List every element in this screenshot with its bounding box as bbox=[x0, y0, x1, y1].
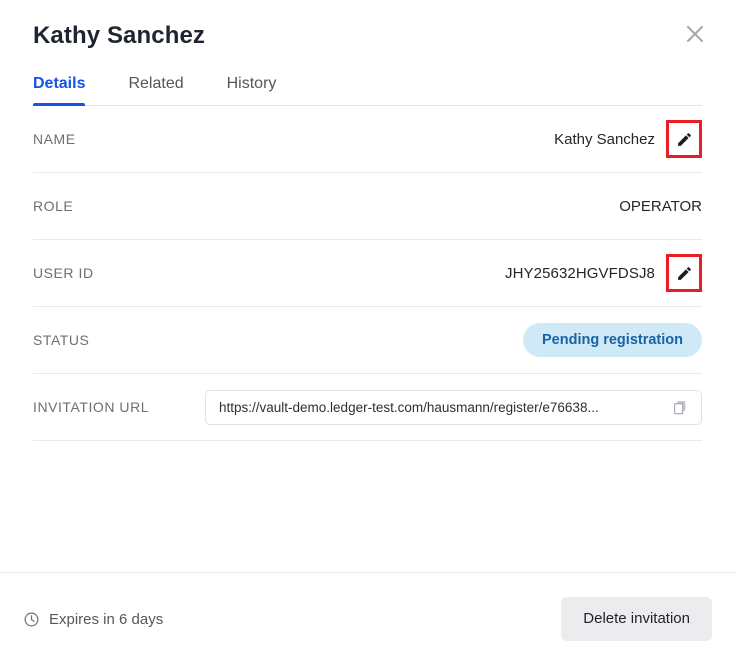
edit-user-id-button[interactable] bbox=[666, 254, 702, 292]
delete-invitation-button[interactable]: Delete invitation bbox=[561, 597, 712, 641]
row-value-group-role: OPERATOR bbox=[619, 198, 702, 215]
invitation-url-value: https://vault-demo.ledger-test.com/hausm… bbox=[219, 399, 599, 415]
detail-row-user-id: USER ID JHY25632HGVFDSJ8 bbox=[33, 240, 702, 307]
expiry-text: Expires in 6 days bbox=[49, 610, 164, 628]
detail-row-role: ROLE OPERATOR bbox=[33, 173, 702, 240]
row-value-role: OPERATOR bbox=[619, 197, 702, 215]
copy-icon bbox=[672, 399, 688, 415]
row-label-invitation-url: INVITATION URL bbox=[33, 399, 150, 415]
row-label-name: NAME bbox=[33, 131, 76, 147]
tab-related[interactable]: Related bbox=[128, 74, 183, 106]
tab-bar: Details Related History bbox=[0, 74, 735, 106]
edit-name-button[interactable] bbox=[666, 120, 702, 158]
row-value-group-status: Pending registration bbox=[523, 323, 702, 357]
row-value-name: Kathy Sanchez bbox=[554, 130, 655, 148]
close-button[interactable] bbox=[677, 16, 713, 52]
row-value-group-name: Kathy Sanchez bbox=[554, 120, 702, 158]
pencil-icon bbox=[676, 265, 693, 282]
pencil-icon bbox=[676, 131, 693, 148]
copy-url-button[interactable] bbox=[667, 394, 693, 420]
detail-row-status: STATUS Pending registration bbox=[33, 307, 702, 374]
expiry-info: Expires in 6 days bbox=[23, 611, 163, 628]
user-detail-panel: Kathy Sanchez Details Related History NA… bbox=[0, 0, 735, 665]
invitation-url-field[interactable]: https://vault-demo.ledger-test.com/hausm… bbox=[205, 389, 702, 425]
detail-row-invitation-url: INVITATION URL https://vault-demo.ledger… bbox=[33, 374, 702, 441]
row-value-group-invitation-url: https://vault-demo.ledger-test.com/hausm… bbox=[205, 389, 702, 425]
row-value-group-user-id: JHY25632HGVFDSJ8 bbox=[505, 254, 702, 292]
status-badge: Pending registration bbox=[523, 323, 702, 357]
panel-footer: Expires in 6 days Delete invitation bbox=[0, 572, 735, 665]
row-label-role: ROLE bbox=[33, 198, 74, 214]
page-title: Kathy Sanchez bbox=[33, 22, 206, 49]
details-list: NAME Kathy Sanchez ROLE OPERATOR USER ID… bbox=[0, 106, 735, 572]
tab-history[interactable]: History bbox=[227, 74, 277, 106]
clock-icon bbox=[23, 611, 40, 628]
row-label-user-id: USER ID bbox=[33, 265, 94, 281]
row-value-user-id: JHY25632HGVFDSJ8 bbox=[505, 264, 655, 282]
row-label-status: STATUS bbox=[33, 332, 90, 348]
detail-row-name: NAME Kathy Sanchez bbox=[33, 106, 702, 173]
close-icon bbox=[683, 22, 707, 46]
panel-header: Kathy Sanchez bbox=[0, 0, 735, 52]
tab-details[interactable]: Details bbox=[33, 74, 86, 106]
